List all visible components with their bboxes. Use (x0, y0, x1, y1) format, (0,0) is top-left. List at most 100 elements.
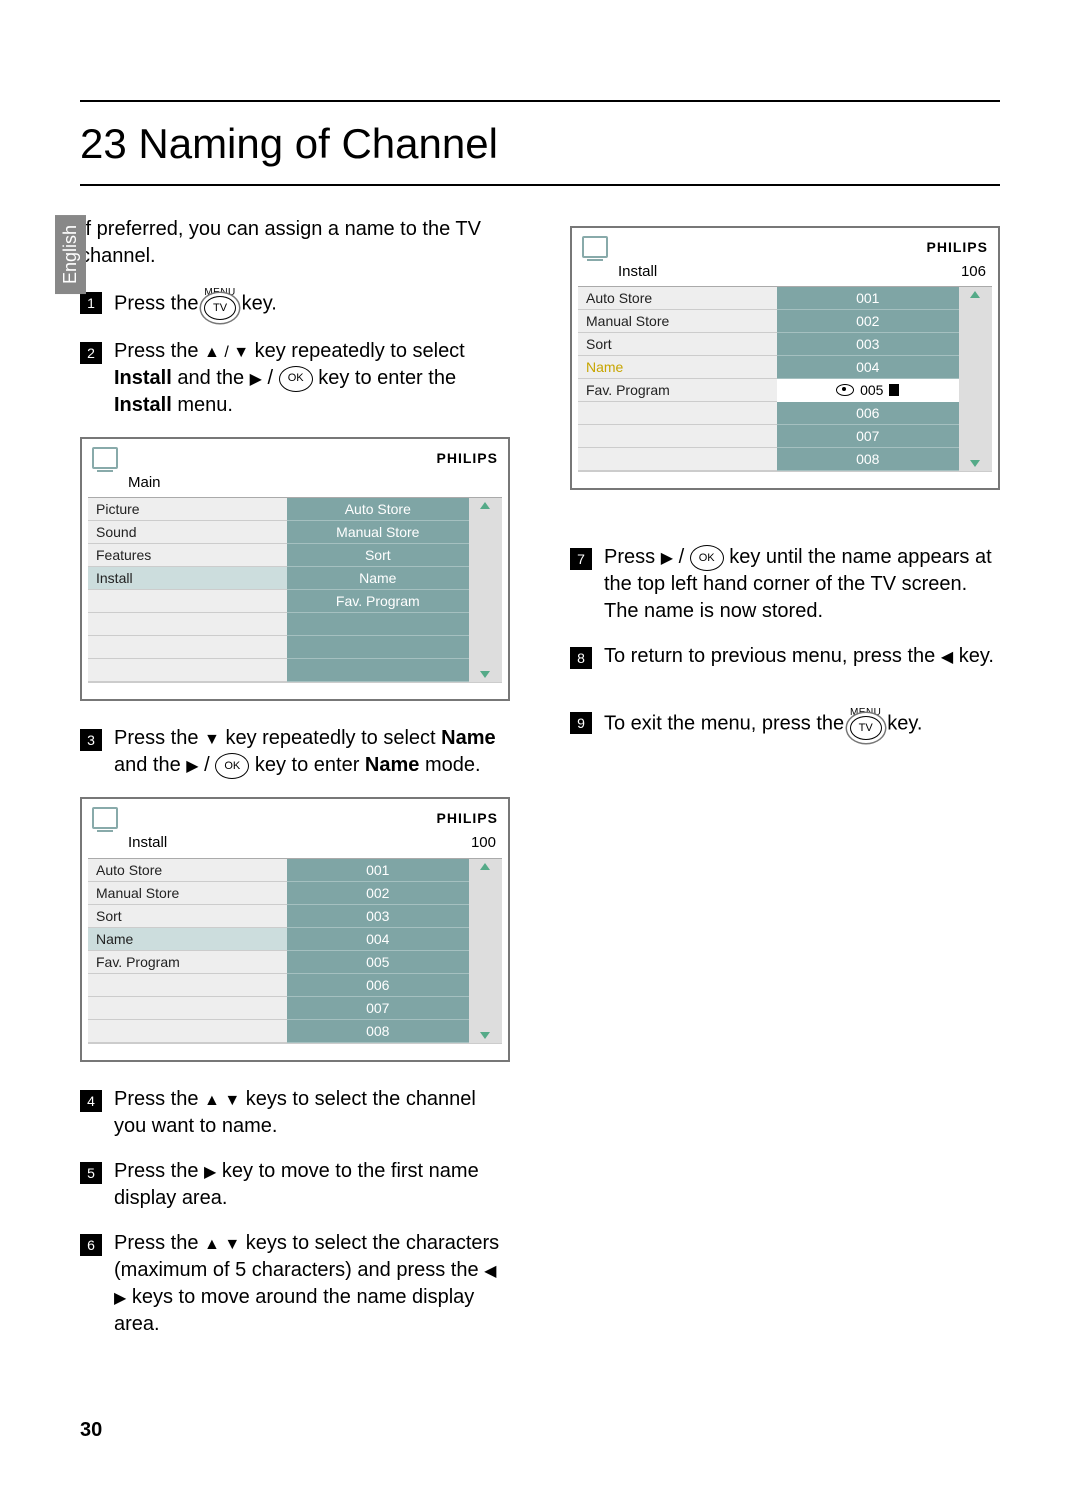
step-8: 8 To return to previous menu, press the … (570, 643, 1000, 670)
step-text: Press the (114, 292, 204, 314)
right-arrow-icon: ▶ (661, 550, 673, 567)
page-number: 30 (80, 1419, 102, 1442)
step-text: Press the (114, 1160, 204, 1182)
scroll-down-icon (970, 460, 980, 467)
step-text: key repeatedly to select (225, 727, 441, 749)
scroll-down-icon (480, 671, 490, 678)
philips-logo: PHILIPS (927, 238, 988, 257)
step-text: key to enter the (318, 367, 456, 389)
step-text: To return to previous menu, press the (604, 645, 941, 667)
list-item (287, 659, 469, 682)
list-item: Auto Store (287, 498, 469, 521)
ok-key-icon: OK (279, 366, 313, 392)
title-divider: 23 Naming of Channel (80, 100, 1000, 186)
step-text: key to enter (255, 754, 365, 776)
step-text: and the (114, 754, 186, 776)
left-column: If preferred, you can assign a name to t… (80, 216, 510, 1356)
list-item: Name (88, 928, 287, 951)
language-tab: English (55, 215, 86, 294)
step-text: Press (604, 546, 661, 568)
osd-scrollbar (959, 287, 992, 471)
down-arrow-icon: ▼ (204, 731, 220, 748)
list-item: Manual Store (88, 882, 287, 905)
osd-right-list: 001 002 003 004 005 006 007 008 (287, 859, 469, 1043)
list-item: 008 (287, 1020, 469, 1043)
list-item-selected: Name (578, 356, 777, 379)
list-item: Features (88, 544, 287, 567)
list-item (88, 590, 287, 613)
scroll-up-icon (480, 863, 490, 870)
philips-logo: PHILIPS (437, 809, 498, 828)
entry-value: 005 (860, 381, 883, 399)
list-item: Fav. Program (88, 951, 287, 974)
step-text: Press the (114, 727, 204, 749)
osd-scrollbar (469, 859, 502, 1043)
step-text: Press the (114, 340, 204, 362)
scroll-down-icon (480, 1032, 490, 1039)
step-4: 4 Press the ▲ ▼ keys to select the chann… (80, 1086, 510, 1140)
step-text: / (204, 754, 215, 776)
up-down-arrows: ▲ / ▼ (204, 344, 249, 361)
list-item: 002 (777, 310, 959, 333)
tv-osd-icon (92, 807, 118, 829)
step-number: 6 (80, 1234, 102, 1256)
list-item: Manual Store (578, 310, 777, 333)
list-item (578, 448, 777, 471)
list-item: 004 (287, 928, 469, 951)
step-6: 6 Press the ▲ ▼ keys to select the chara… (80, 1230, 510, 1338)
osd-name-entry-menu: PHILIPS Install 106 Auto Store Manual St… (570, 226, 1000, 490)
list-item: Install (88, 567, 287, 590)
right-column: PHILIPS Install 106 Auto Store Manual St… (570, 216, 1000, 1356)
step-text: and the (177, 367, 249, 389)
list-item (88, 997, 287, 1020)
right-arrow-icon: ▶ (250, 371, 262, 388)
step-number: 1 (80, 292, 102, 314)
list-item: 008 (777, 448, 959, 471)
osd-channel-number: 100 (471, 833, 496, 853)
left-arrow-icon: ◀ (941, 649, 953, 666)
eye-icon (836, 384, 854, 396)
philips-logo: PHILIPS (437, 449, 498, 468)
step-9: 9 To exit the menu, press the MENU TV ke… (570, 708, 1000, 740)
up-down-arrows: ▲ ▼ (204, 1092, 240, 1109)
list-item: 004 (777, 356, 959, 379)
step-text: key. (887, 713, 922, 735)
osd-scrollbar (469, 498, 502, 682)
step-number: 4 (80, 1090, 102, 1112)
list-item: 001 (287, 859, 469, 882)
list-item: Auto Store (88, 859, 287, 882)
list-item: 005 (287, 951, 469, 974)
osd-title: Install (128, 833, 167, 853)
tv-osd-icon (582, 236, 608, 258)
list-item: 002 (287, 882, 469, 905)
step-number: 2 (80, 342, 102, 364)
list-item (287, 613, 469, 636)
cursor-icon (889, 384, 899, 396)
step-text: keys to move around the name display are… (114, 1286, 474, 1335)
list-item: Fav. Program (287, 590, 469, 613)
step-3: 3 Press the ▼ key repeatedly to select N… (80, 725, 510, 779)
step-text: key. (959, 645, 994, 667)
step-5: 5 Press the ▶ key to move to the first n… (80, 1158, 510, 1212)
osd-title: Install (618, 262, 657, 282)
list-item (88, 636, 287, 659)
right-arrow-icon: ▶ (186, 758, 198, 775)
osd-install-menu: PHILIPS Install 100 Auto Store Manual St… (80, 797, 510, 1061)
step-number: 7 (570, 548, 592, 570)
osd-title: Main (128, 473, 161, 493)
scroll-up-icon (480, 502, 490, 509)
list-item: Sound (88, 521, 287, 544)
step-text: / (679, 546, 690, 568)
step-number: 5 (80, 1162, 102, 1184)
intro-text: If preferred, you can assign a name to t… (80, 216, 510, 270)
list-item (88, 974, 287, 997)
tv-osd-icon (92, 447, 118, 469)
step-text: mode. (425, 754, 481, 776)
tv-key-icon: TV (204, 296, 236, 320)
step-text: key. (242, 292, 277, 314)
list-item: 006 (287, 974, 469, 997)
list-item: Name (287, 567, 469, 590)
bold-install: Install (114, 367, 172, 389)
step-text: Press the (114, 1232, 204, 1254)
list-item: Manual Store (287, 521, 469, 544)
